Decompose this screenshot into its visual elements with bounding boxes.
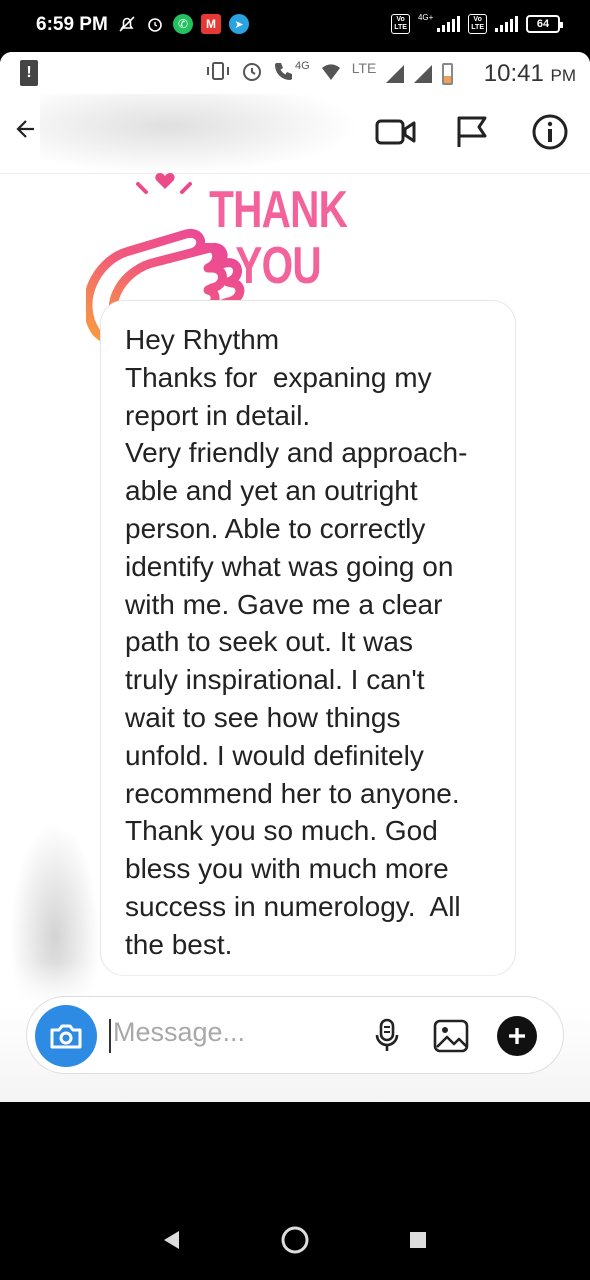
battery-level: 64 [536, 18, 550, 30]
signal-triangle-icon-2 [414, 64, 433, 83]
signal-icon [437, 16, 461, 32]
message-line: person. Able to correctly [125, 512, 426, 544]
message-line: report in detail. [125, 399, 311, 431]
volte-icon-2: Vo LTE [468, 14, 487, 34]
message-line: with me. Gave me a clear [125, 588, 443, 620]
message-line: the best. [125, 928, 233, 960]
screenshot-card: ! 4G LTE 10:41 PM THANK YOU Hey Rhythm T… [0, 52, 590, 1102]
device-clock: 6:59 PM [36, 14, 108, 35]
wifi-data-icon [320, 60, 342, 87]
nav-recents-icon[interactable] [400, 1222, 436, 1258]
message-line: Very friendly and approach- [125, 437, 468, 469]
text-caret [109, 1019, 111, 1053]
message-input[interactable] [113, 1017, 353, 1048]
message-line: able and yet an outright [125, 475, 418, 507]
vibrate-icon [205, 61, 231, 86]
message-line: bless you with much more [125, 853, 449, 885]
device-status-bar: 6:59 PM ✆ M ➤ Vo LTE 4G+ Vo LTE 64 [0, 0, 590, 52]
volte-icon: Vo LTE [391, 14, 410, 34]
nav-back-icon[interactable] [153, 1222, 189, 1258]
warning-icon: ! [20, 60, 38, 86]
message-line: success in numerology. All [125, 890, 461, 922]
silent-bell-icon [117, 14, 137, 34]
message-line: identify what was going on [125, 550, 454, 582]
inner-status-bar: ! 4G LTE 10:41 PM [0, 52, 590, 94]
camera-icon[interactable] [35, 1005, 97, 1067]
back-arrow-icon[interactable] [14, 116, 40, 150]
signal-icon-2 [495, 16, 518, 32]
message-line: Thanks for expaning my [125, 361, 432, 393]
message-line: Hey Rhythm [125, 324, 280, 355]
carrier-label: LTE [351, 59, 377, 76]
microphone-icon[interactable] [367, 1016, 407, 1056]
message-line: Thank you so much. God [125, 815, 438, 847]
info-icon[interactable] [528, 110, 572, 154]
sticker-line-1: THANK [209, 181, 348, 239]
message-bubble[interactable]: Hey Rhythm Thanks for expaning my report i… [100, 300, 516, 976]
inner-clock-time: 10:41 [483, 60, 544, 87]
inner-battery-icon [442, 62, 454, 85]
alarm-clock-icon [241, 60, 263, 87]
signal-triangle-icon [386, 64, 405, 83]
message-line: unfold. I would definitely [125, 739, 424, 771]
gallery-icon[interactable] [431, 1016, 471, 1056]
message-line: recommend her to anyone. [125, 777, 460, 809]
device-system-icons: Vo LTE 4G+ Vo LTE 64 [391, 13, 563, 34]
message-line: path to seek out. It was [125, 626, 413, 658]
gmail-icon: M [201, 14, 221, 34]
inner-clock-ampm: PM [550, 66, 577, 85]
whatsapp-icon: ✆ [173, 14, 193, 34]
report-flag-icon[interactable] [450, 110, 494, 154]
message-line: truly inspirational. I can't [125, 664, 425, 696]
nav-home-icon[interactable] [277, 1222, 313, 1258]
call-4g-icon [273, 60, 295, 87]
message-composer [26, 996, 564, 1074]
navigation-bar [0, 1102, 590, 1280]
notification-icons: ✆ M ➤ [117, 14, 249, 34]
inner-network-label: 4G [295, 59, 310, 72]
sticker-line-2: YOU [235, 237, 321, 295]
network-type-label: 4G+ [417, 13, 434, 22]
sticker-text: THANK YOU [204, 182, 352, 294]
alarm-icon [145, 14, 165, 34]
telegram-icon: ➤ [229, 14, 249, 34]
message-text: Hey Rhythm Thanks for expaning my report i… [125, 321, 499, 964]
inner-clock: 10:41 PM [484, 60, 576, 88]
inner-system-icons: 4G LTE [205, 59, 454, 87]
plus-icon[interactable] [497, 1016, 537, 1056]
battery-icon: 64 [526, 15, 563, 33]
video-call-icon[interactable] [374, 110, 418, 154]
message-line: wait to see how things [125, 701, 401, 733]
